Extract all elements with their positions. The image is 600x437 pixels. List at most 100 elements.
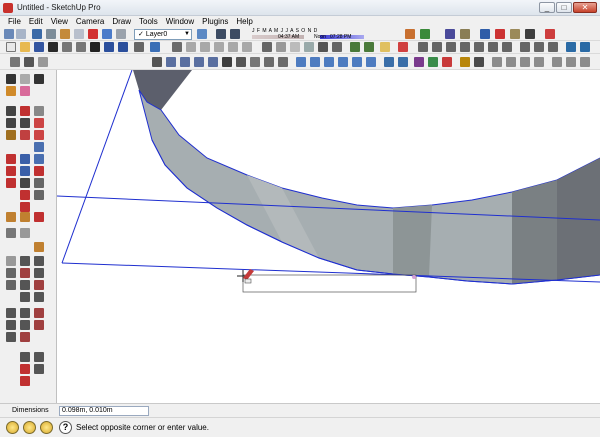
drape-icon[interactable] [6,268,16,278]
connect-icon[interactable] [20,332,30,342]
fillet-icon[interactable] [34,308,44,318]
bezier-icon[interactable] [20,268,30,278]
geo-location-icon[interactable] [442,57,452,67]
front-view-icon[interactable] [200,42,210,52]
interact-icon[interactable] [264,57,274,67]
circle-3pt-icon[interactable] [20,292,30,302]
menu-draw[interactable]: Draw [108,16,135,28]
zoom-icon[interactable] [446,42,456,52]
circle-icon[interactable] [6,118,16,128]
menu-file[interactable]: File [4,16,25,28]
axes-icon[interactable] [20,212,30,222]
match-photo-icon[interactable] [384,57,394,67]
solid-intersect-icon[interactable] [166,57,176,67]
dimensions-input[interactable]: 0.098m, 0.010m [59,406,149,416]
right-view-icon[interactable] [214,42,224,52]
help-icon[interactable]: ? [59,421,72,434]
layer-manager-icon[interactable] [197,29,207,39]
3d-text-icon[interactable] [34,212,44,222]
share-model-icon[interactable] [364,42,374,52]
sandbox-icon[interactable] [380,42,390,52]
position-camera-icon[interactable] [520,42,530,52]
solid-split-icon[interactable] [208,57,218,67]
shaded-icon[interactable] [510,29,520,39]
display-shadows-icon[interactable] [230,29,240,39]
make-component-icon[interactable] [48,42,58,52]
circle-alt-icon[interactable] [34,364,44,374]
save-icon[interactable] [34,42,44,52]
menu-help[interactable]: Help [232,16,256,28]
hidden-line-style-icon[interactable] [290,42,300,52]
drape-icon[interactable] [352,57,362,67]
dynamic-options-icon[interactable] [278,57,288,67]
footprint-icon[interactable] [34,74,44,84]
print-icon[interactable] [134,42,144,52]
component-attributes-icon[interactable] [236,57,246,67]
freehand-curve-icon[interactable] [20,352,30,362]
section-display-icon[interactable] [566,42,576,52]
get-models-icon[interactable] [350,42,360,52]
zoom-icon[interactable] [34,142,44,152]
position-camera-icon[interactable] [34,178,44,188]
model-canvas[interactable] [57,70,600,403]
menu-plugins[interactable]: Plugins [198,16,232,28]
flip-edge-icon[interactable] [6,308,16,318]
3d-text-icon[interactable] [102,29,112,39]
move-icon[interactable] [34,106,44,116]
offset-icon[interactable] [6,166,16,176]
dimension-icon[interactable] [46,29,56,39]
follow-me-icon[interactable] [6,154,16,164]
polyline-icon[interactable] [20,280,30,290]
pan-icon[interactable] [34,166,44,176]
cut-icon[interactable] [62,42,72,52]
dynamic-component-icon[interactable] [492,57,502,67]
text-icon[interactable] [74,29,84,39]
paint-bucket-icon[interactable] [6,86,16,96]
explode-icon[interactable] [552,57,562,67]
push-pull-icon[interactable] [34,118,44,128]
sandbox-from-scratch-icon[interactable] [310,57,320,67]
close-button[interactable]: ✕ [573,2,597,13]
drawing-viewport[interactable] [57,70,600,403]
add-detail-icon[interactable] [6,280,16,290]
scale-definition-icon[interactable] [534,57,544,67]
group-icon[interactable] [566,57,576,67]
fog-icon[interactable] [405,29,415,39]
xray-style-icon[interactable] [262,42,272,52]
rubber-band-icon[interactable] [20,364,30,374]
copy-icon[interactable] [76,42,86,52]
minimize-button[interactable]: _ [539,2,555,13]
line-icon[interactable] [20,106,30,116]
tape-measure-icon[interactable] [32,29,42,39]
zoom-window-icon[interactable] [460,42,470,52]
reload-icon[interactable] [506,57,516,67]
shaded-style-icon[interactable] [304,42,314,52]
menu-camera[interactable]: Camera [72,16,108,28]
back-edges-icon[interactable] [460,29,470,39]
protractor-icon[interactable] [20,202,30,212]
geo-location-status-icon[interactable] [6,421,19,434]
paint-icon[interactable] [398,42,408,52]
section-plane-icon[interactable] [116,29,126,39]
menu-edit[interactable]: Edit [25,16,47,28]
layer-dropdown[interactable]: ✓ Layer0 ▼ [134,29,192,40]
layer-panel-icon[interactable] [10,57,20,67]
protractor-icon[interactable] [60,29,70,39]
section-cut-icon[interactable] [580,42,590,52]
sandbox-icon[interactable] [20,228,30,238]
line-tool-alt-icon[interactable] [20,256,30,266]
component-icon[interactable] [20,74,30,84]
extension-warehouse-icon[interactable] [428,57,438,67]
textured-style-icon[interactable] [318,42,328,52]
section-plane-icon[interactable] [6,228,16,238]
wireframe-icon[interactable] [480,29,490,39]
monochrome-style-icon[interactable] [332,42,342,52]
menu-tools[interactable]: Tools [135,16,162,28]
select-icon[interactable] [6,74,16,84]
orbit-icon[interactable] [418,42,428,52]
hidden-line-icon[interactable] [495,29,505,39]
zoom-extents-icon[interactable] [474,42,484,52]
rotate-icon[interactable] [34,130,44,140]
outliner-icon[interactable] [24,57,34,67]
new-icon[interactable] [6,42,16,52]
